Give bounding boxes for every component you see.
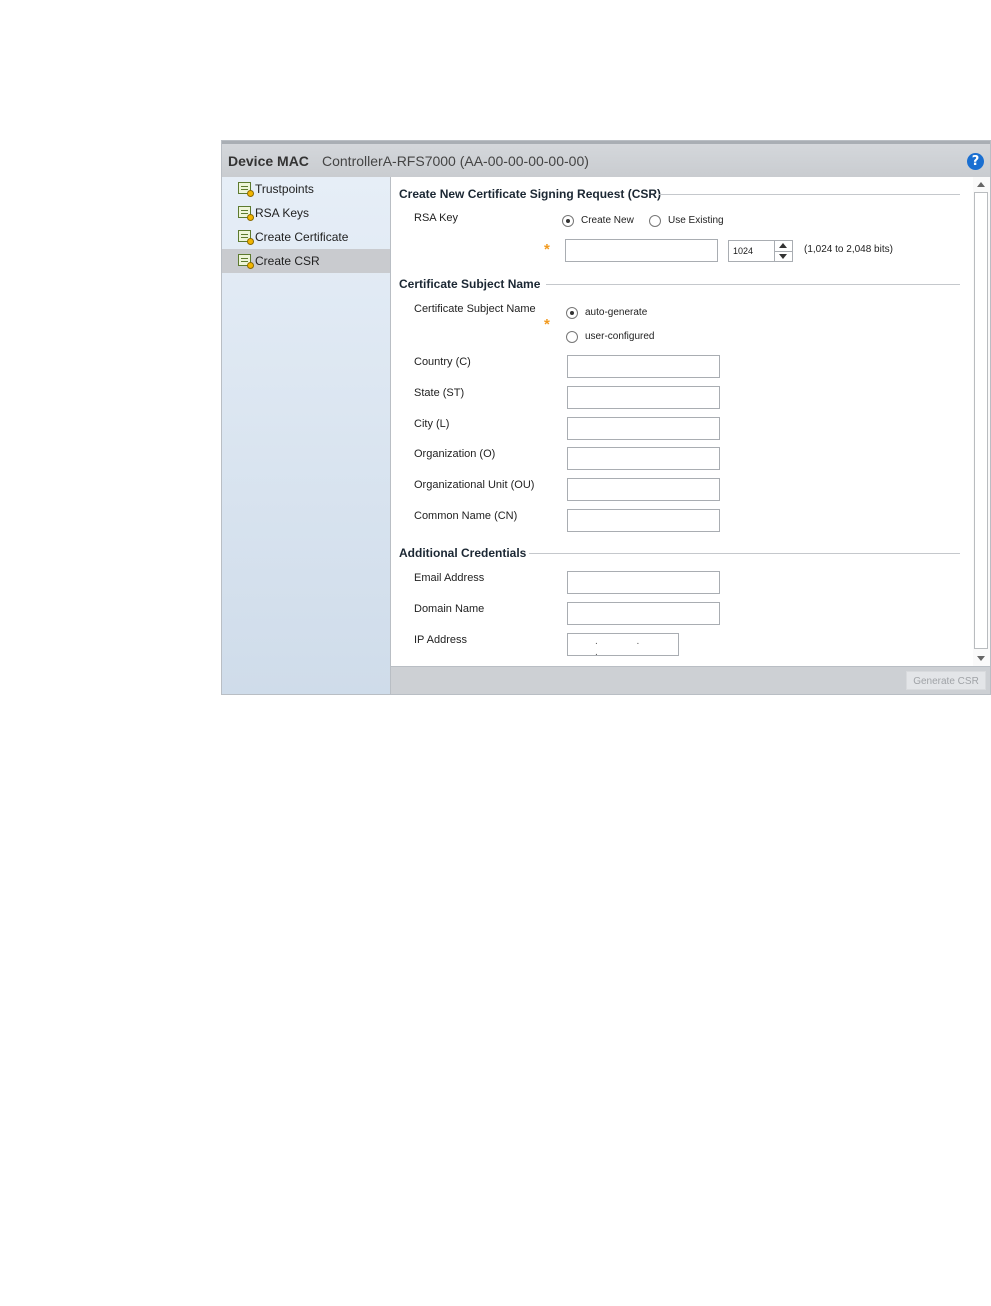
csr-section-title: Create New Certificate Signing Request (… [399, 187, 662, 201]
state-input[interactable] [567, 386, 720, 409]
auto-generate-radio[interactable] [566, 307, 578, 319]
required-icon: * [544, 241, 550, 258]
certificate-icon [238, 254, 254, 269]
user-configured-label: user-configured [585, 331, 655, 342]
generate-csr-button[interactable]: Generate CSR [906, 671, 986, 690]
common-name-input[interactable] [567, 509, 720, 532]
rsa-key-label: RSA Key [414, 212, 459, 224]
create-new-radio[interactable] [562, 215, 574, 227]
section-divider [659, 194, 960, 195]
sidebar-item-trustpoints[interactable]: Trustpoints [222, 177, 390, 201]
state-label: State (ST) [414, 387, 465, 399]
organizational-unit-label: Organizational Unit (OU) [414, 479, 535, 491]
content-scrollbar[interactable] [973, 177, 990, 666]
section-divider [546, 284, 960, 285]
subject-section-title: Certificate Subject Name [399, 277, 541, 291]
domain-name-input[interactable] [567, 602, 720, 625]
city-input[interactable] [567, 417, 720, 440]
key-size-value: 1024 [733, 246, 754, 256]
device-mac-label: Device MAC [228, 153, 309, 169]
device-name: ControllerA-RFS7000 (AA-00-00-00-00-00) [322, 153, 589, 169]
use-existing-radio[interactable] [649, 215, 661, 227]
certificate-icon [238, 230, 254, 245]
user-configured-radio[interactable] [566, 331, 578, 343]
country-label: Country (C) [414, 356, 471, 368]
sidebar: Trustpoints RSA Keys Create Certificate … [222, 177, 391, 694]
certificate-icon [238, 206, 254, 221]
rsa-key-name-input[interactable] [565, 239, 718, 262]
auto-generate-label: auto-generate [585, 307, 648, 318]
scroll-down-icon[interactable] [977, 656, 985, 661]
footer-bar: Generate CSR [391, 666, 990, 694]
sidebar-item-label: Trustpoints [255, 182, 314, 196]
scroll-up-icon[interactable] [977, 182, 985, 187]
sidebar-item-rsa-keys[interactable]: RSA Keys [222, 201, 390, 225]
sidebar-item-label: Create CSR [255, 254, 320, 268]
sidebar-item-label: RSA Keys [255, 206, 310, 220]
organization-input[interactable] [567, 447, 720, 470]
certificate-subject-name-label: Certificate Subject Name [414, 303, 536, 315]
csr-window: Device MAC ControllerA-RFS7000 (AA-00-00… [221, 140, 991, 695]
ip-address-dots: . . . [595, 636, 658, 658]
certificate-icon [238, 182, 254, 197]
key-size-stepper[interactable]: 1024 [728, 240, 793, 262]
required-icon: * [544, 316, 550, 333]
common-name-label: Common Name (CN) [414, 510, 518, 522]
section-divider [529, 553, 960, 554]
scrollbar-thumb[interactable] [974, 192, 988, 649]
city-label: City (L) [414, 418, 450, 430]
organization-label: Organization (O) [414, 448, 496, 460]
credentials-section-title: Additional Credentials [399, 546, 527, 560]
ip-address-input[interactable]: . . . [567, 633, 679, 658]
email-address-label: Email Address [414, 572, 485, 584]
stepper-down-icon[interactable] [774, 251, 792, 261]
device-header: Device MAC ControllerA-RFS7000 (AA-00-00… [222, 141, 990, 177]
csr-form: Create New Certificate Signing Request (… [391, 177, 990, 666]
sidebar-item-create-csr[interactable]: Create CSR [222, 249, 390, 273]
email-address-input[interactable] [567, 571, 720, 594]
create-new-label: Create New [581, 215, 634, 226]
key-size-hint: (1,024 to 2,048 bits) [804, 244, 893, 255]
country-input[interactable] [567, 355, 720, 378]
organizational-unit-input[interactable] [567, 478, 720, 501]
help-icon[interactable]: ? [967, 153, 984, 170]
domain-name-label: Domain Name [414, 603, 485, 615]
ip-address-label: IP Address [414, 634, 467, 646]
use-existing-label: Use Existing [668, 215, 724, 226]
sidebar-item-label: Create Certificate [255, 230, 349, 244]
sidebar-item-create-certificate[interactable]: Create Certificate [222, 225, 390, 249]
